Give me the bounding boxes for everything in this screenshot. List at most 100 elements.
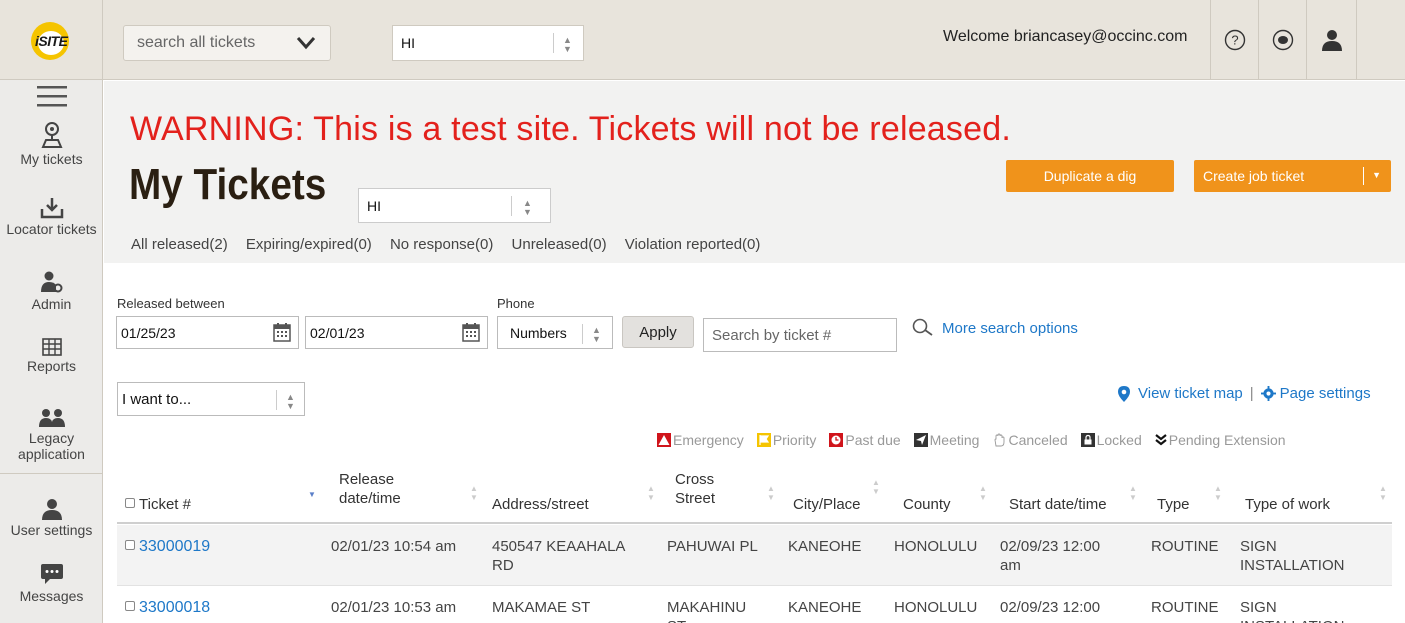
- column-type[interactable]: Type: [1157, 495, 1190, 514]
- topbar-divider: [1356, 0, 1357, 80]
- sort-icon[interactable]: ▲ ▼: [470, 484, 478, 502]
- view-ticket-map-link[interactable]: View ticket map: [1138, 385, 1243, 402]
- sort-icon[interactable]: ▲ ▼: [979, 484, 987, 502]
- sort-desc-icon[interactable]: ▼: [308, 490, 316, 499]
- page-settings-link[interactable]: Page settings: [1280, 385, 1371, 402]
- sort-icon[interactable]: ▲ ▼: [1129, 484, 1137, 502]
- sidebar-menu-toggle[interactable]: [0, 85, 103, 109]
- cross-street-cell: PAHUWAI PL: [667, 538, 758, 555]
- create-job-ticket-button[interactable]: Create job ticket ▼: [1194, 160, 1391, 192]
- table-row[interactable]: 33000018 02/01/23 10:53 am MAKAMAE ST MA…: [117, 586, 1392, 623]
- legend-pending-extension: Pending Extension: [1155, 432, 1286, 448]
- user-menu-button[interactable]: [1306, 0, 1356, 80]
- search-scope-select[interactable]: search all tickets: [123, 25, 331, 61]
- calendar-icon[interactable]: [462, 323, 480, 342]
- chat-button[interactable]: [1258, 0, 1306, 80]
- state-select[interactable]: HI ▲ ▼: [358, 188, 551, 223]
- status-violation-reported[interactable]: Violation reported(0): [625, 236, 761, 253]
- help-button[interactable]: ?: [1210, 0, 1258, 80]
- ticket-cell[interactable]: 33000019: [125, 537, 210, 556]
- column-start-date[interactable]: Start date/time: [1009, 495, 1107, 514]
- sidebar-item-reports[interactable]: Reports: [0, 338, 103, 374]
- hand-icon: [995, 433, 1005, 447]
- state-select-top[interactable]: HI ▲ ▼: [392, 25, 584, 61]
- sort-icon[interactable]: ▲ ▼: [647, 484, 655, 502]
- select-all-checkbox[interactable]: [125, 498, 135, 508]
- page-title: My Tickets: [129, 160, 327, 209]
- gear-icon[interactable]: [1260, 386, 1276, 401]
- ticket-number-link[interactable]: 33000019: [139, 538, 210, 555]
- sidebar-item-locator-tickets[interactable]: Locator tickets: [0, 197, 103, 237]
- released-between-label: Released between: [117, 296, 225, 311]
- type-of-work-cell: SIGN INSTALLATION: [1240, 538, 1345, 574]
- column-county-label: County: [903, 496, 951, 513]
- help-icon: ?: [1224, 29, 1245, 51]
- type-of-work-cell: SIGN INSTALLATION: [1240, 599, 1344, 623]
- column-city-label: City/Place: [793, 496, 861, 513]
- legend-locked: Locked: [1080, 432, 1142, 448]
- start-date-cell: 02/09/23 12:00 am: [1000, 538, 1101, 574]
- sidebar-item-legacy-application[interactable]: Legacy application: [0, 408, 103, 462]
- sort-icon[interactable]: ▲ ▼: [1214, 484, 1222, 502]
- logo-cell[interactable]: iSITE: [0, 0, 103, 80]
- column-county[interactable]: County: [903, 495, 951, 514]
- legend-past-due-label: Past due: [845, 432, 901, 448]
- row-checkbox[interactable]: [125, 540, 135, 550]
- more-search-options-link[interactable]: More search options: [912, 318, 1078, 338]
- sidebar-item-messages[interactable]: Messages: [0, 562, 103, 604]
- i-want-to-select[interactable]: I want to... ▲ ▼: [117, 382, 305, 416]
- sidebar-item-label: Messages: [19, 588, 84, 604]
- priority-flag-icon: [756, 433, 771, 447]
- status-expiring-expired[interactable]: Expiring/expired(0): [246, 236, 372, 253]
- column-city[interactable]: City/Place: [793, 495, 861, 514]
- status-no-response[interactable]: No response(0): [390, 236, 493, 253]
- column-address-label: Address/street: [492, 496, 589, 513]
- release-cell: 02/01/23 10:54 am: [331, 538, 457, 555]
- isite-logo[interactable]: iSITE: [29, 18, 73, 62]
- chevron-down-icon[interactable]: ▼: [1372, 170, 1381, 180]
- sidebar: My tickets Locator tickets Admin Reports…: [0, 80, 103, 623]
- sort-icon[interactable]: ▲ ▼: [1379, 484, 1387, 502]
- row-checkbox[interactable]: [125, 601, 135, 611]
- sidebar-item-my-tickets[interactable]: My tickets: [0, 121, 103, 167]
- updown-icon: ▲ ▼: [563, 35, 572, 54]
- column-address[interactable]: Address/street: [492, 495, 589, 514]
- search-icon: [912, 318, 933, 336]
- clock-icon: [829, 433, 844, 447]
- legend-pending-extension-label: Pending Extension: [1168, 432, 1286, 448]
- lock-icon: [1080, 433, 1095, 447]
- ticket-search-input[interactable]: [703, 318, 897, 352]
- column-release-date[interactable]: Release date/time: [339, 470, 439, 508]
- calendar-icon[interactable]: [273, 323, 291, 342]
- duplicate-dig-button[interactable]: Duplicate a dig: [1006, 160, 1174, 192]
- link-separator: |: [1249, 385, 1254, 402]
- column-type-of-work[interactable]: Type of work: [1245, 495, 1330, 514]
- ticket-cell[interactable]: 33000018: [125, 598, 210, 617]
- legend-emergency-label: Emergency: [673, 432, 744, 448]
- column-cross-street-label: Cross Street: [675, 471, 716, 507]
- column-ticket[interactable]: Ticket #: [125, 495, 191, 514]
- sort-icon[interactable]: ▲ ▼: [872, 478, 880, 496]
- sidebar-item-label: Legacy application: [18, 430, 85, 462]
- table-row[interactable]: 33000019 02/01/23 10:54 am 450547 KEAAHA…: [117, 525, 1392, 586]
- apply-button[interactable]: Apply: [622, 316, 694, 348]
- status-all-released[interactable]: All released(2): [131, 236, 228, 253]
- phone-select[interactable]: Numbers ▲ ▼: [497, 316, 613, 349]
- select-divider: [276, 390, 277, 410]
- column-ticket-label: Ticket #: [139, 496, 191, 513]
- updown-icon: ▲ ▼: [286, 392, 295, 411]
- date-to-input[interactable]: 02/01/23: [305, 316, 488, 349]
- sidebar-item-user-settings[interactable]: User settings: [0, 498, 103, 538]
- sidebar-item-label: Locator tickets: [6, 221, 97, 237]
- status-unreleased[interactable]: Unreleased(0): [512, 236, 607, 253]
- ticket-number-link[interactable]: 33000018: [139, 599, 210, 616]
- user-gear-icon: [40, 271, 62, 293]
- column-cross-street[interactable]: Cross Street: [675, 470, 745, 508]
- county-cell: HONOLULU: [894, 538, 978, 555]
- sort-icon[interactable]: ▲ ▼: [767, 484, 775, 502]
- svg-text:?: ?: [1231, 33, 1238, 48]
- date-from-input[interactable]: 01/25/23: [116, 316, 299, 349]
- address-cell: 450547 KEAAHALA RD: [492, 538, 625, 574]
- map-and-settings-links: View ticket map | Page settings: [1118, 385, 1371, 402]
- sidebar-item-admin[interactable]: Admin: [0, 270, 103, 312]
